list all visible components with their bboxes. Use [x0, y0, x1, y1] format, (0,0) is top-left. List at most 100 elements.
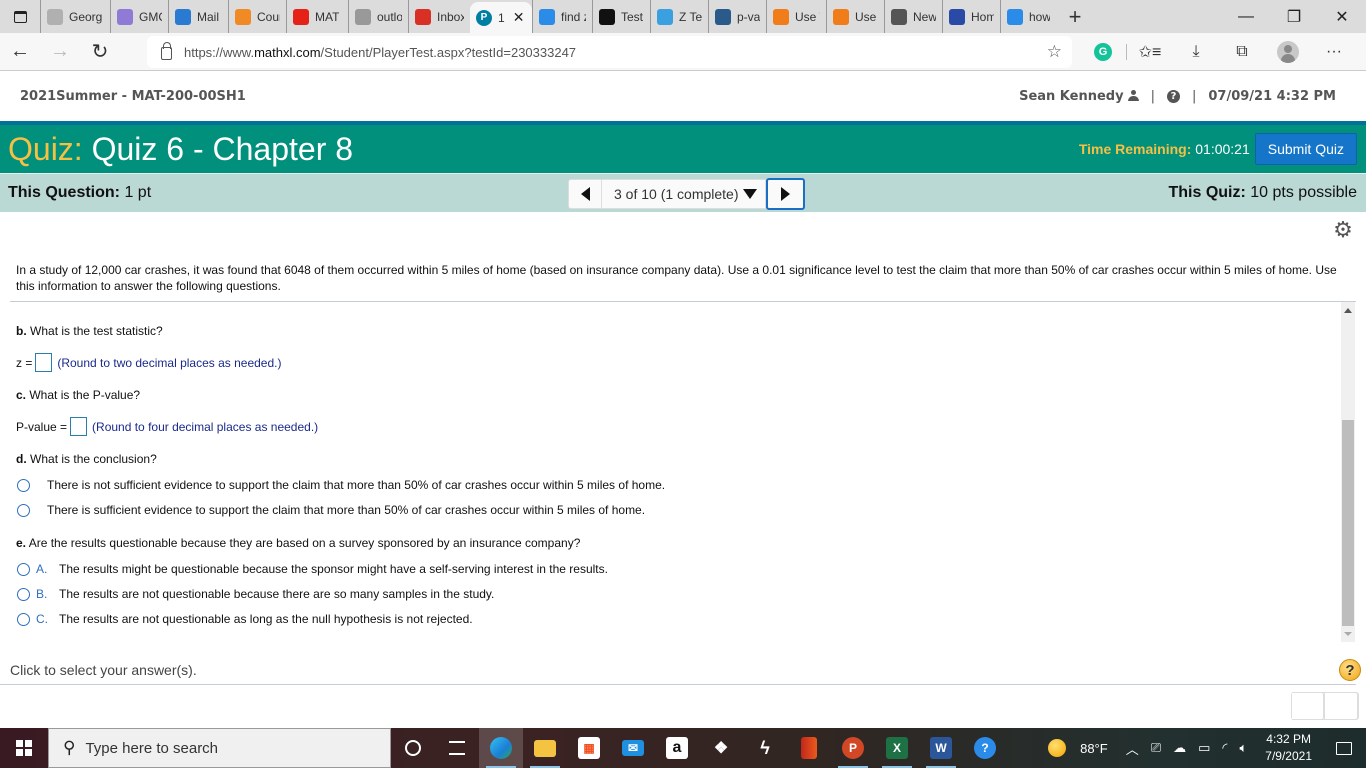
next-page-button[interactable]	[1325, 692, 1359, 720]
taskbar-pen-app[interactable]: ϟ	[743, 728, 787, 768]
radio-button[interactable]	[17, 587, 30, 601]
close-tab-icon[interactable]: ✕	[513, 9, 525, 26]
refresh-button[interactable]: ↻	[80, 33, 120, 71]
new-tab-button[interactable]: +	[1060, 4, 1090, 30]
previous-question-button[interactable]	[568, 179, 602, 209]
add-favorite-icon[interactable]: ☆	[1047, 42, 1062, 62]
scroll-down-arrow-icon[interactable]	[1344, 632, 1352, 636]
taskbar-amazon[interactable]: a	[655, 728, 699, 768]
question-pager	[1291, 692, 1359, 720]
submit-quiz-button[interactable]: Submit Quiz	[1254, 133, 1357, 165]
part-letter: e.	[16, 536, 27, 550]
z-input[interactable]	[35, 353, 53, 372]
grammarly-button[interactable]: G	[1080, 33, 1126, 71]
show-hidden-icons-chevron-up-icon[interactable]: ︿	[1126, 739, 1139, 758]
browser-tab[interactable]: Cours	[228, 0, 286, 33]
restore-button[interactable]: ❐	[1270, 0, 1318, 33]
tab-title: Cours	[257, 9, 280, 24]
this-question-points: This Question: 1 pt	[8, 184, 151, 202]
scroll-up-arrow-icon[interactable]	[1344, 308, 1352, 313]
radio-button[interactable]	[17, 478, 30, 492]
previous-page-button[interactable]	[1291, 692, 1325, 720]
p-value-input[interactable]	[70, 417, 88, 436]
cortana-button[interactable]	[391, 728, 435, 768]
z-label: z =	[16, 355, 33, 370]
scrollbar-thumb[interactable]	[1342, 420, 1354, 626]
taskbar-get-help[interactable]: ?	[963, 728, 1007, 768]
user-menu[interactable]: Sean Kennedy	[1019, 89, 1139, 104]
browser-tab[interactable]: how	[1000, 0, 1056, 33]
collections-button[interactable]: ⧉	[1219, 33, 1265, 71]
vertical-scrollbar[interactable]	[1341, 302, 1355, 642]
taskbar-search[interactable]: ⚲ Type here to search	[48, 728, 391, 768]
address-bar[interactable]: https://www.mathxl.com/Student/PlayerTes…	[147, 36, 1072, 68]
tab-actions-button[interactable]	[0, 0, 40, 33]
battery-icon[interactable]: ▭	[1198, 740, 1210, 756]
favorites-button[interactable]: ✩≡	[1127, 33, 1173, 71]
help-icon[interactable]: ?	[1166, 90, 1180, 103]
browser-tab[interactable]: p-val	[708, 0, 766, 33]
browser-tab[interactable]: MAT	[286, 0, 348, 33]
question-scroll-area: b. What is the test statistic? z = (Roun…	[0, 302, 1356, 642]
next-question-button[interactable]	[765, 178, 805, 210]
volume-icon[interactable]: 🔈︎	[1239, 740, 1247, 756]
wifi-icon[interactable]: ◜	[1222, 740, 1227, 756]
browser-tab[interactable]: outlo	[348, 0, 408, 33]
conclusion-option[interactable]: There is not sufficient evidence to supp…	[17, 478, 665, 492]
quiz-header: Quiz: Quiz 6 - Chapter 8 Time Remaining:…	[0, 121, 1366, 173]
user-name: Sean Kennedy	[1019, 89, 1124, 104]
weather-temperature[interactable]: 88°F	[1080, 741, 1108, 756]
taskbar-word[interactable]: W	[919, 728, 963, 768]
downloads-button[interactable]: ⤓	[1173, 33, 1219, 71]
help-button[interactable]: ?	[1339, 659, 1361, 681]
browser-tab[interactable]: Inbox	[408, 0, 470, 33]
browser-tab[interactable]: Mail	[168, 0, 228, 33]
taskbar-office[interactable]	[787, 728, 831, 768]
option-a[interactable]: A. The results might be questionable bec…	[17, 562, 608, 576]
option-c[interactable]: C. The results are not questionable as l…	[17, 612, 473, 626]
browser-tab[interactable]: Test S	[592, 0, 650, 33]
taskbar-mail[interactable]: ✉	[611, 728, 655, 768]
start-button[interactable]	[0, 728, 48, 768]
taskbar-dropbox[interactable]: ❖	[699, 728, 743, 768]
meet-now-icon[interactable]: ⎚	[1151, 740, 1161, 756]
weather-sun-icon[interactable]	[1048, 739, 1067, 757]
browser-tab[interactable]: find z	[532, 0, 592, 33]
close-window-button[interactable]: ✕	[1318, 0, 1366, 33]
url-text: https://www.mathxl.com/Student/PlayerTes…	[184, 45, 576, 60]
taskbar-powerpoint[interactable]: P	[831, 728, 875, 768]
forward-button[interactable]: →	[40, 33, 80, 71]
browser-tab[interactable]: GMC	[110, 0, 168, 33]
question-selector-dropdown[interactable]: 3 of 10 (1 complete)	[602, 179, 766, 209]
browser-tab[interactable]: New	[884, 0, 942, 33]
taskbar-store[interactable]: ▦	[567, 728, 611, 768]
option-b[interactable]: B. The results are not questionable beca…	[17, 587, 494, 601]
radio-button[interactable]	[17, 503, 30, 517]
conclusion-option[interactable]: There is sufficient evidence to support …	[17, 503, 645, 517]
profile-button[interactable]	[1265, 33, 1311, 71]
browser-tab[interactable]: Z Tes	[650, 0, 708, 33]
windows-logo-icon	[16, 740, 32, 756]
browser-tab[interactable]: Georg	[40, 0, 110, 33]
url-prefix: https://www.	[184, 44, 255, 60]
minimize-button[interactable]: —	[1222, 0, 1270, 33]
tab-title: how	[1029, 9, 1050, 24]
divider	[0, 684, 1356, 685]
settings-menu-button[interactable]: ···	[1311, 33, 1357, 71]
action-center-button[interactable]	[1322, 728, 1366, 768]
radio-button[interactable]	[17, 562, 30, 576]
radio-button[interactable]	[17, 612, 30, 626]
task-view-button[interactable]	[435, 728, 479, 768]
browser-tab[interactable]: Hom	[942, 0, 1000, 33]
arrow-left-icon: ←	[10, 40, 30, 62]
taskbar-file-explorer[interactable]	[523, 728, 567, 768]
onedrive-cloud-icon[interactable]: ☁	[1173, 740, 1186, 756]
clock[interactable]: 4:32 PM 7/9/2021	[1265, 731, 1312, 765]
gear-icon[interactable]: ⚙	[1333, 219, 1353, 241]
taskbar-excel[interactable]: X	[875, 728, 919, 768]
browser-tab[interactable]: P 1 ✕	[470, 2, 532, 33]
browser-tab[interactable]: Use T	[826, 0, 884, 33]
taskbar-edge[interactable]	[479, 728, 523, 768]
browser-tab[interactable]: Use T	[766, 0, 826, 33]
back-button[interactable]: ←	[0, 33, 40, 71]
